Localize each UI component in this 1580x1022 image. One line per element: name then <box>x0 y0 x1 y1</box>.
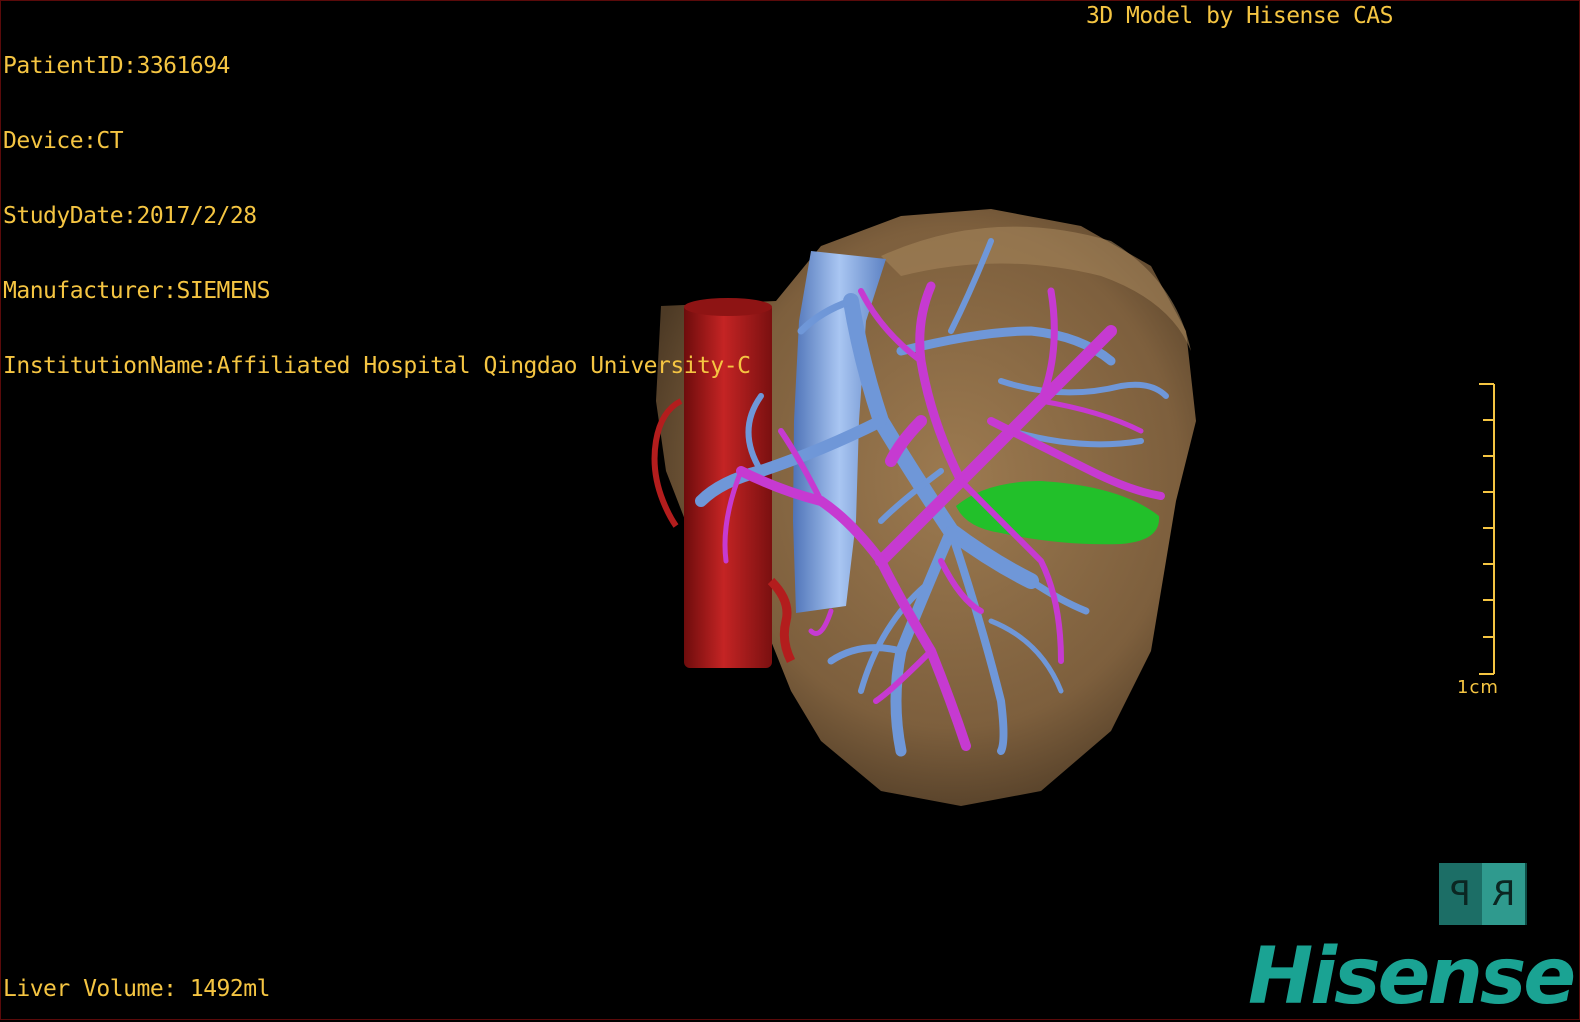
device: Device:CT <box>3 128 124 154</box>
scale-bar <box>1479 383 1495 675</box>
institution-name: InstitutionName:Affiliated Hospital Qing… <box>3 353 751 379</box>
study-date: StudyDate:2017/2/28 <box>3 203 257 229</box>
hisense-logo: Hisense <box>1248 932 1576 1022</box>
orientation-face-right[interactable]: R <box>1482 863 1527 925</box>
orientation-face-posterior[interactable]: P <box>1439 863 1482 925</box>
patient-id: PatientID:3361694 <box>3 53 230 79</box>
liver-volume: Liver Volume: 1492ml <box>3 976 270 1002</box>
3d-render-viewport[interactable]: PatientID:3361694 Device:CT StudyDate:20… <box>0 0 1580 1020</box>
orientation-cube[interactable]: P R <box>1439 863 1527 925</box>
dicom-info-overlay: PatientID:3361694 Device:CT StudyDate:20… <box>3 4 751 429</box>
scale-bar-label: 1cm <box>1457 677 1499 698</box>
manufacturer: Manufacturer:SIEMENS <box>3 278 270 304</box>
model-credit: 3D Model by Hisense CAS <box>1086 3 1394 29</box>
